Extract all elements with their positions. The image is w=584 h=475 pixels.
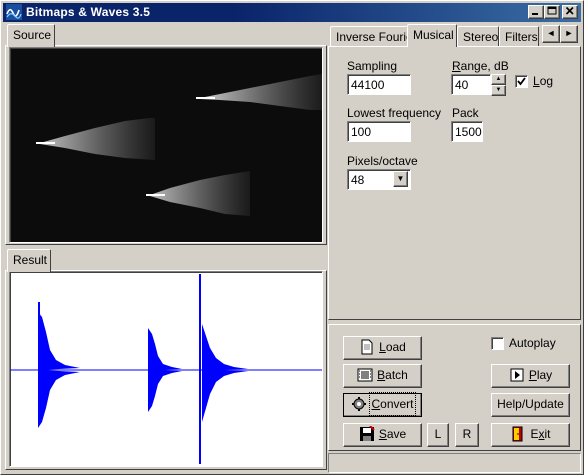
range-label-rest: ange, dB — [460, 59, 509, 73]
window-title: Bitmaps & Waves 3.5 — [26, 5, 151, 19]
tab-stereo-label: Stereo — [463, 30, 499, 44]
close-button[interactable] — [562, 5, 578, 19]
tab-inverse-fourie[interactable]: Inverse Fourie — [330, 26, 413, 46]
document-icon — [361, 339, 373, 355]
tab-musical[interactable]: Musical — [407, 24, 457, 47]
status-bar — [328, 453, 581, 473]
gear-icon — [352, 397, 367, 411]
spin-down-icon: ▼ — [495, 87, 502, 93]
right-channel-button[interactable]: R — [455, 423, 479, 447]
tab-result[interactable]: Result — [7, 249, 51, 272]
waves-app-icon — [6, 4, 22, 20]
tabs-scroll-left-button[interactable]: ◄ — [542, 25, 560, 43]
tab-musical-label: Musical — [413, 28, 454, 42]
log-label: Log — [533, 74, 554, 88]
close-icon — [565, 6, 574, 15]
play-button[interactable]: Play — [491, 364, 570, 388]
title-bar[interactable]: Bitmaps & Waves 3.5 — [3, 3, 581, 22]
result-waveform[interactable] — [9, 271, 323, 467]
batch-button[interactable]: Batch — [343, 364, 422, 388]
log-checkbox[interactable] — [515, 75, 528, 88]
chevron-down-icon: ▼ — [396, 174, 405, 183]
pixels-octave-value: 48 — [351, 173, 365, 187]
tab-filters-label: Filters — [505, 30, 538, 44]
pixels-octave-select[interactable]: 48 ▼ — [347, 169, 411, 190]
lowest-frequency-input[interactable]: 100 — [347, 121, 411, 142]
autoplay-label: Autoplay — [509, 336, 556, 350]
maximize-button[interactable] — [544, 5, 560, 19]
pack-input[interactable]: 1500 — [451, 121, 483, 142]
left-channel-button[interactable]: L — [427, 423, 449, 447]
tab-stereo[interactable]: Stereo — [457, 26, 499, 46]
range-input[interactable]: 40 — [451, 74, 491, 95]
sampling-label: Sampling — [347, 59, 398, 73]
help-update-label: Help/Update — [497, 397, 564, 411]
exit-button[interactable]: Exit — [491, 423, 570, 447]
minimize-button[interactable] — [528, 5, 544, 19]
range-spin-up[interactable]: ▲ — [491, 74, 506, 85]
source-spectrogram[interactable] — [9, 47, 323, 243]
sampling-input[interactable]: 44100 — [347, 74, 411, 95]
tab-result-label: Result — [13, 253, 48, 267]
tab-source[interactable]: Source — [7, 24, 55, 47]
autoplay-checkbox[interactable] — [491, 337, 504, 350]
convert-button[interactable]: Convert — [343, 392, 422, 417]
lowest-frequency-label: Lowest frequency — [347, 106, 442, 120]
right-channel-label: R — [462, 427, 472, 441]
help-update-button[interactable]: Help/Update — [491, 393, 570, 417]
exit-door-icon — [512, 426, 523, 442]
floppy-disk-icon — [359, 426, 375, 441]
range-spin-down[interactable]: ▼ — [491, 85, 506, 96]
tab-source-label: Source — [13, 28, 52, 42]
spin-up-icon: ▲ — [495, 76, 502, 82]
arrow-right-icon: ► — [564, 28, 574, 38]
arrow-left-icon: ◄ — [546, 28, 556, 38]
check-icon — [517, 77, 526, 86]
maximize-icon — [547, 6, 557, 15]
range-label: Range, dB — [452, 59, 509, 73]
minimize-icon — [532, 13, 538, 15]
pixels-octave-dropdown-button[interactable]: ▼ — [393, 171, 408, 187]
tab-filters[interactable]: Filters — [499, 26, 539, 46]
pack-label: Pack — [452, 106, 479, 120]
spectrogram-image — [36, 74, 322, 216]
load-button[interactable]: Load — [343, 336, 422, 360]
play-icon — [510, 368, 524, 382]
app-window: Bitmaps & Waves 3.5 Source Result Invers… — [0, 0, 584, 475]
pixels-octave-label: Pixels/octave — [347, 154, 418, 168]
waveform-image — [10, 274, 322, 464]
tabs-scroll-right-button[interactable]: ► — [560, 25, 578, 43]
save-button[interactable]: Save — [343, 423, 422, 447]
film-strip-icon — [357, 368, 373, 382]
tab-inverse-fourie-label: Inverse Fourie — [336, 30, 413, 44]
left-channel-label: L — [434, 427, 442, 441]
